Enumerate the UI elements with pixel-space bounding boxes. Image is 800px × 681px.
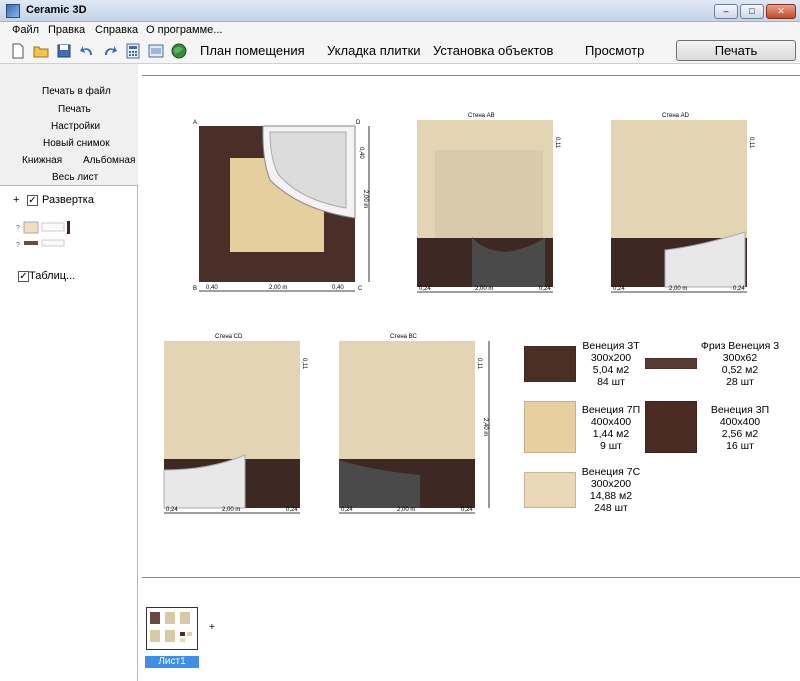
wall-ad-dim-top: 0,11 — [748, 137, 754, 149]
sheet-preview-icon — [150, 612, 192, 642]
tile-count: 9 шт — [600, 440, 622, 452]
wall-ab-dim-top: 0,11 — [554, 137, 560, 149]
tile-size: 300x62 — [722, 352, 758, 364]
sheet-tab-1[interactable]: Лист1 — [145, 656, 199, 668]
tile-swatch-veneziya-3t — [524, 346, 576, 382]
tile-name: Венеция 7С — [581, 466, 641, 478]
floor-dim-right-side: 2,00 m — [362, 190, 368, 208]
wall-ad-dim-right: 0,24 — [733, 286, 745, 292]
sheet-drawing: A D B C 0,40 2,00 m 0,40 0,40 2,00 m Сте… — [163, 113, 754, 514]
wall-ab-view: Стена АВ 0,24 2,00 m 0,24 0,11 — [417, 113, 560, 293]
tile-name: Венеция 7П — [581, 404, 641, 416]
wall-cd-dim-top: 0,11 — [301, 358, 307, 370]
tile-count: 16 шт — [726, 440, 754, 452]
wall-cd-dim-left: 0,24 — [166, 507, 178, 513]
wall-ab-dim-left: 0,24 — [419, 286, 431, 292]
wall-cd-view: Стена CD 0,24 2,00 m 0,24 0,11 — [163, 334, 307, 514]
tile-name: Фриз Венеция 3 — [700, 340, 780, 352]
corner-a-label: A — [193, 120, 197, 126]
wall-bc-title: Стена ВС — [390, 334, 417, 340]
wall-ad-view: Стена AD 0,24 2,00 m 0,24 0,11 — [611, 113, 754, 293]
wall-ab-dim-right: 0,24 — [539, 286, 551, 292]
tile-count: 28 шт — [726, 376, 754, 388]
tile-area: 2,56 м2 — [721, 428, 759, 440]
corner-d-label: D — [356, 120, 361, 126]
tile-area: 14,88 м2 — [589, 490, 633, 502]
floor-dim-right: 0,40 — [332, 285, 344, 291]
corner-c-label: C — [358, 286, 363, 292]
tile-name: Венеция 3П — [710, 404, 770, 416]
wall-ab-dim-center: 2,00 m — [475, 286, 493, 292]
floor-dim-top-right: 0,40 — [358, 147, 364, 159]
wall-cd-dim-right: 0,24 — [286, 507, 298, 513]
tile-area: 1,44 м2 — [592, 428, 630, 440]
tile-count: 248 шт — [594, 502, 628, 514]
wall-cd-title: Стена CD — [215, 334, 243, 340]
tile-swatch-veneziya-3p — [645, 401, 697, 453]
wall-cd-dim-center: 2,00 m — [222, 507, 240, 513]
wall-bc-view: Стена ВС 0,24 2,00 m 0,24 0,11 2,40 m — [339, 334, 490, 514]
wall-ab-title: Стена АВ — [468, 113, 495, 119]
tile-info-veneziya-7p: Венеция 7П 400x400 1,44 м2 9 шт — [578, 404, 644, 452]
tile-swatch-veneziya-7s — [524, 472, 576, 508]
tile-size: 300x200 — [590, 478, 632, 490]
wall-bc-dim-top: 0,11 — [476, 358, 482, 370]
floor-plan-view: A D B C 0,40 2,00 m 0,40 0,40 2,00 m — [193, 120, 370, 292]
tile-info-friz-veneziya-3: Фриз Венеция 3 300x62 0,52 м2 28 шт — [700, 340, 780, 388]
add-sheet-button[interactable]: + — [209, 622, 215, 633]
tile-info-veneziya-3t: Венеция 3Т 300x200 5,04 м2 84 шт — [578, 340, 644, 388]
tile-size: 300x200 — [590, 352, 632, 364]
sheet-thumbnail[interactable] — [146, 607, 198, 650]
floor-dim-center: 2,00 m — [269, 285, 287, 291]
tile-swatch-friz-veneziya-3 — [645, 358, 697, 369]
wall-ad-dim-left: 0,24 — [613, 286, 625, 292]
tile-size: 400x400 — [719, 416, 761, 428]
tile-area: 0,52 м2 — [721, 364, 759, 376]
wall-bc-dim-left: 0,24 — [341, 507, 353, 513]
tile-size: 400x400 — [590, 416, 632, 428]
floor-dim-left: 0,40 — [206, 285, 218, 291]
wall-bc-dim-right: 0,24 — [461, 507, 473, 513]
wall-ad-dim-center: 2,00 m — [669, 286, 687, 292]
tile-area: 5,04 м2 — [592, 364, 630, 376]
wall-ad-title: Стена AD — [662, 113, 690, 119]
corner-b-label: B — [193, 286, 197, 292]
tile-count: 84 шт — [597, 376, 625, 388]
tile-name: Венеция 3Т — [582, 340, 640, 352]
tile-info-veneziya-7s: Венеция 7С 300x200 14,88 м2 248 шт — [578, 466, 644, 514]
wall-bc-dim-center: 2,00 m — [397, 507, 415, 513]
tile-swatch-veneziya-7p — [524, 401, 576, 453]
wall-bc-dim-right: 2,40 m — [482, 418, 488, 436]
tile-info-veneziya-3p: Венеция 3П 400x400 2,56 м2 16 шт — [705, 404, 775, 452]
